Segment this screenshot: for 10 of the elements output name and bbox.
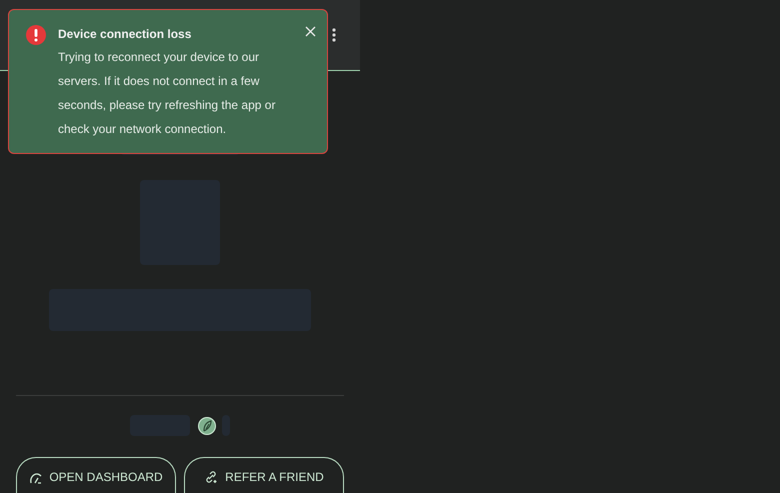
- coin-icon: [198, 416, 216, 434]
- error-icon: [25, 24, 47, 46]
- dashboard-button[interactable]: OPEN DASHBOARD: [16, 457, 176, 493]
- more-options-icon[interactable]: [332, 28, 336, 42]
- refer-button[interactable]: REFER A FRIEND: [184, 457, 344, 493]
- toast-title: Device connection loss: [58, 26, 192, 43]
- close-icon[interactable]: [305, 26, 316, 37]
- toast-message: Trying to reconnect your device to our servers. If it does not connect in a few seconds, please try refreshing the app or check your network connection.: [58, 49, 276, 138]
- gauge-icon: [29, 470, 42, 484]
- link-icon: [204, 470, 218, 484]
